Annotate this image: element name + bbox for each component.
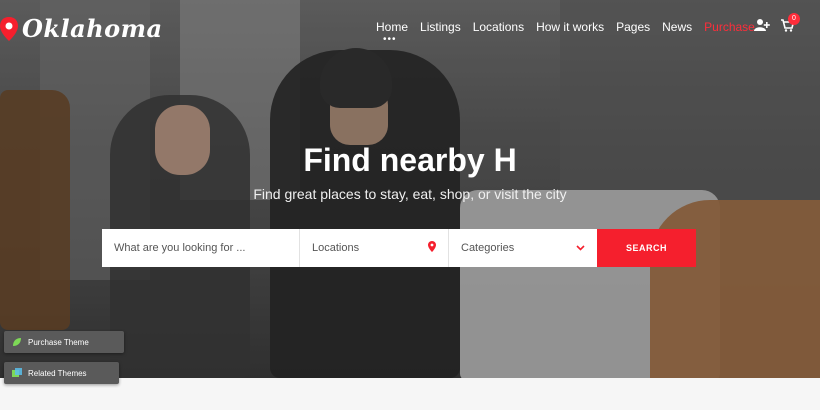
nav-item-purchase[interactable]: Purchase xyxy=(704,20,755,34)
map-pin-icon xyxy=(0,16,18,42)
nav-item-locations[interactable]: Locations xyxy=(473,20,524,34)
logo-text: Oklahoma xyxy=(22,14,163,43)
cart-icon[interactable]: 0 xyxy=(780,13,800,37)
header-icons: 0 xyxy=(754,13,800,37)
location-pin-icon xyxy=(428,241,436,255)
main-nav: Home Listings Locations How it works Pag… xyxy=(376,20,767,34)
purchase-theme-button[interactable]: Purchase Theme xyxy=(4,331,124,353)
nav-item-news[interactable]: News xyxy=(662,20,692,34)
nav-item-how-it-works[interactable]: How it works xyxy=(536,20,604,34)
purchase-theme-label: Purchase Theme xyxy=(28,337,89,347)
cart-count-badge: 0 xyxy=(788,13,800,25)
add-user-icon[interactable] xyxy=(754,18,770,37)
keyword-placeholder: What are you looking for ... xyxy=(114,242,246,254)
related-themes-label: Related Themes xyxy=(28,368,87,378)
keyword-input[interactable]: What are you looking for ... xyxy=(102,229,300,267)
leaf-icon xyxy=(12,337,22,347)
category-label: Categories xyxy=(461,242,515,254)
search-bar: What are you looking for ... Locations C… xyxy=(102,229,696,267)
related-themes-button[interactable]: Related Themes xyxy=(4,362,119,384)
hero-title: Find nearby H xyxy=(303,142,517,178)
search-button[interactable]: SEARCH xyxy=(597,229,696,267)
themes-icon xyxy=(12,368,22,378)
nav-item-pages[interactable]: Pages xyxy=(616,20,650,34)
category-select[interactable]: Categories xyxy=(449,229,597,267)
hero-subtitle: Find great places to stay, eat, shop, or… xyxy=(253,186,567,202)
hero-section: Oklahoma Home Listings Locations How it … xyxy=(0,0,820,378)
active-nav-indicator: ••• xyxy=(383,34,397,45)
site-logo[interactable]: Oklahoma xyxy=(0,14,163,43)
chevron-down-icon xyxy=(576,242,585,254)
location-label: Locations xyxy=(312,242,360,254)
nav-item-listings[interactable]: Listings xyxy=(420,20,461,34)
page-content-area xyxy=(0,378,820,410)
nav-item-home[interactable]: Home xyxy=(376,20,408,34)
location-select[interactable]: Locations xyxy=(300,229,449,267)
